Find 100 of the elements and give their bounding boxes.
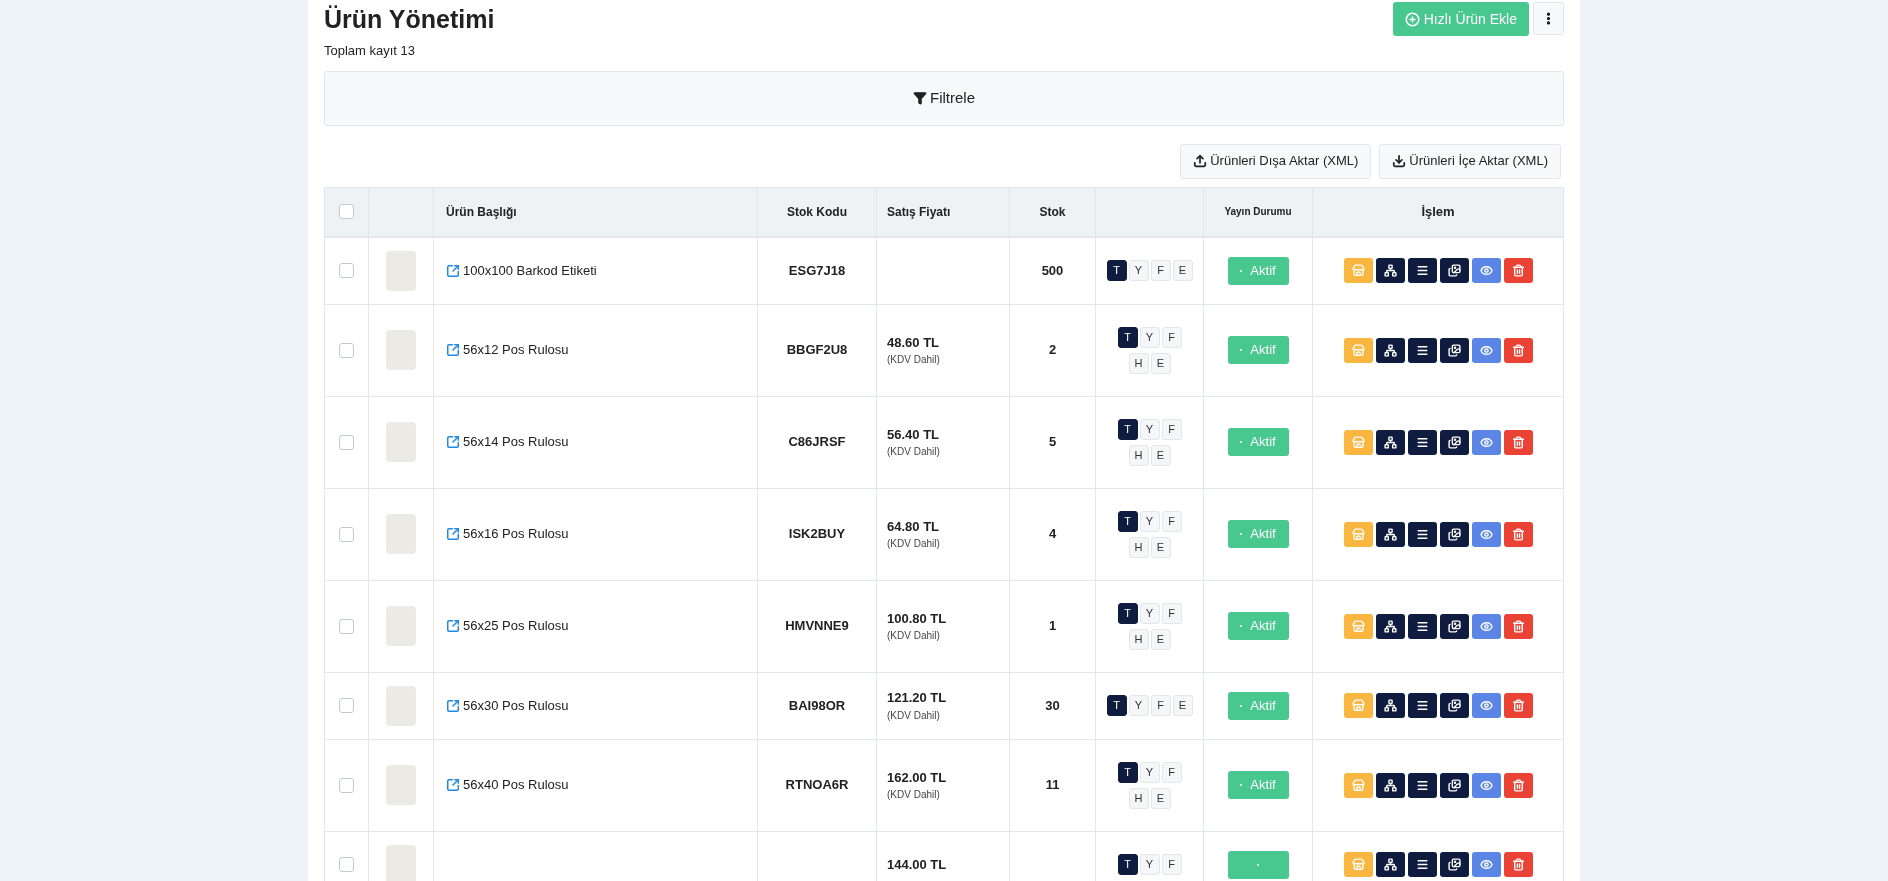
hierarchy-button[interactable]	[1375, 258, 1405, 283]
images-button[interactable]	[1439, 429, 1469, 455]
product-title[interactable]: 56x14 Pos Rulosu	[463, 432, 569, 452]
hierarchy-button[interactable]	[1375, 693, 1405, 718]
status-button[interactable]	[1227, 850, 1289, 879]
checkbox[interactable]	[339, 342, 354, 358]
channel-tag[interactable]: F	[1150, 695, 1171, 716]
checkbox[interactable]	[339, 526, 354, 542]
hierarchy-button[interactable]	[1375, 772, 1405, 798]
delete-button[interactable]	[1503, 258, 1533, 283]
product-title[interactable]: 56x30 Pos Rulosu	[463, 695, 569, 716]
channel-tag[interactable]: T	[1117, 510, 1138, 532]
channel-tag[interactable]: F	[1161, 761, 1182, 783]
images-icon	[1447, 619, 1461, 633]
external-link-icon[interactable]	[446, 778, 460, 792]
channel-tag[interactable]: Y	[1139, 761, 1160, 783]
channel-tag[interactable]: F	[1161, 418, 1182, 440]
delete-button[interactable]	[1503, 521, 1533, 547]
channel-tag[interactable]: F	[1161, 510, 1182, 532]
export-button[interactable]: Ürünleri Dışa Aktar (XML)	[1180, 143, 1372, 179]
external-link-icon[interactable]	[446, 698, 460, 713]
images-button[interactable]	[1439, 521, 1469, 547]
delete-button[interactable]	[1503, 337, 1533, 363]
channel-tag[interactable]: H	[1128, 536, 1149, 558]
images-button[interactable]	[1439, 613, 1469, 639]
channel-tag[interactable]: Y	[1139, 602, 1160, 624]
channel-tag[interactable]: E	[1150, 444, 1171, 466]
hierarchy-button[interactable]	[1375, 521, 1405, 547]
checkbox[interactable]	[339, 857, 354, 872]
checkbox[interactable]	[339, 204, 354, 219]
channel-tag[interactable]: H	[1128, 628, 1149, 650]
channel-tag[interactable]: T	[1117, 602, 1138, 624]
channel-tag[interactable]: E	[1150, 787, 1171, 809]
channel-tag[interactable]: E	[1150, 628, 1171, 650]
channel-tag[interactable]: T	[1117, 418, 1138, 440]
product-photo-placeholder	[386, 250, 416, 291]
channel-tag[interactable]: E	[1150, 352, 1171, 374]
channel-tag[interactable]: H	[1128, 444, 1149, 466]
channel-tag[interactable]: Y	[1139, 510, 1160, 532]
channel-tag[interactable]: F	[1150, 260, 1171, 281]
channel-tag[interactable]: T	[1117, 326, 1138, 348]
menu-button[interactable]	[1407, 693, 1437, 718]
menu-button[interactable]	[1407, 852, 1437, 877]
channel-tag[interactable]: Y	[1139, 418, 1160, 440]
menu-button[interactable]	[1407, 258, 1437, 283]
external-link-icon[interactable]	[446, 263, 460, 278]
import-button[interactable]: Ürünleri İçe Aktar (XML)	[1379, 143, 1561, 179]
menu-button[interactable]	[1407, 337, 1437, 363]
channel-tag[interactable]: T	[1106, 695, 1127, 716]
channel-tag[interactable]: F	[1161, 602, 1182, 624]
more-options-button[interactable]	[1533, 2, 1564, 35]
delete-button[interactable]	[1503, 613, 1533, 639]
channel-tag[interactable]: Y	[1128, 260, 1149, 281]
channel-tag[interactable]: Y	[1128, 695, 1149, 716]
product-title[interactable]: 56x12 Pos Rulosu	[463, 340, 569, 360]
channel-tag[interactable]: E	[1172, 260, 1193, 281]
channel-tag[interactable]: E	[1172, 695, 1193, 716]
checkbox[interactable]	[339, 698, 354, 713]
images-button[interactable]	[1439, 258, 1469, 283]
channel-tag[interactable]: Y	[1139, 854, 1160, 875]
channel-tag[interactable]: H	[1128, 352, 1149, 374]
channel-tag[interactable]: E	[1150, 536, 1171, 558]
hierarchy-button[interactable]	[1375, 852, 1405, 877]
checkbox[interactable]	[339, 263, 354, 278]
external-link-icon[interactable]	[446, 527, 460, 541]
menu-icon	[1415, 264, 1429, 277]
images-button[interactable]	[1439, 337, 1469, 363]
price: 64.80 TL	[887, 517, 940, 536]
delete-button[interactable]	[1503, 693, 1533, 718]
channel-tag[interactable]: H	[1128, 787, 1149, 809]
channel-tag[interactable]: T	[1117, 761, 1138, 783]
menu-button[interactable]	[1407, 613, 1437, 639]
checkbox[interactable]	[339, 777, 354, 793]
hierarchy-button[interactable]	[1375, 337, 1405, 363]
hierarchy-button[interactable]	[1375, 613, 1405, 639]
images-button[interactable]	[1439, 772, 1469, 798]
checkbox[interactable]	[339, 434, 354, 450]
channel-tag[interactable]: F	[1161, 854, 1182, 875]
channel-tag[interactable]: T	[1117, 854, 1138, 875]
channel-tag[interactable]: Y	[1139, 326, 1160, 348]
menu-button[interactable]	[1407, 772, 1437, 798]
menu-button[interactable]	[1407, 429, 1437, 455]
product-title[interactable]: 56x40 Pos Rulosu	[463, 775, 569, 795]
hierarchy-button[interactable]	[1375, 429, 1405, 455]
product-title[interactable]: 56x25 Pos Rulosu	[463, 616, 569, 636]
external-link-icon[interactable]	[446, 619, 460, 633]
product-title[interactable]: 56x16 Pos Rulosu	[463, 524, 569, 544]
product-title[interactable]: 100x100 Barkod Etiketi	[463, 260, 597, 281]
channel-tag[interactable]: F	[1161, 326, 1182, 348]
filter-bar[interactable]: Filtrele	[324, 70, 1564, 126]
external-link-icon[interactable]	[446, 343, 460, 357]
delete-button[interactable]	[1503, 429, 1533, 455]
menu-button[interactable]	[1407, 521, 1437, 547]
delete-button[interactable]	[1503, 772, 1533, 798]
images-button[interactable]	[1439, 852, 1469, 877]
delete-button[interactable]	[1503, 852, 1533, 877]
channel-tag[interactable]: T	[1106, 260, 1127, 281]
checkbox[interactable]	[339, 618, 354, 634]
external-link-icon[interactable]	[446, 435, 460, 449]
images-button[interactable]	[1439, 693, 1469, 718]
